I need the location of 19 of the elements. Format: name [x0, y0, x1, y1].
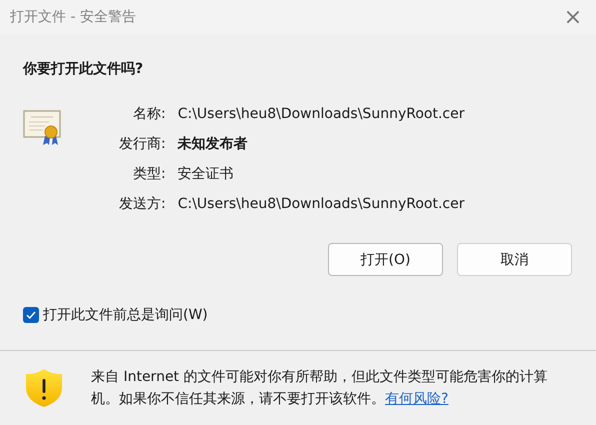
close-button[interactable]: × [550, 0, 596, 34]
warning-shield-icon [25, 368, 63, 408]
field-label: 类型: [132, 165, 166, 184]
certificate-icon [23, 110, 63, 146]
field-label: 发行商: [119, 135, 166, 154]
field-value: 未知发布者 [178, 135, 249, 154]
warning-text: 来自 Internet 的文件可能对你有所帮助，但此文件类型可能危害你的计算机。如果你不信任其来源，请不要打开该软件。有何风险? [91, 368, 548, 409]
dialog-button[interactable]: 取消 [457, 243, 572, 276]
risk-link[interactable]: 有何风险? [385, 391, 448, 407]
dialog-question: 你要打开此文件吗? [23, 60, 144, 78]
field-value: 安全证书 [178, 165, 235, 184]
window-title: 打开文件 - 安全警告 [10, 8, 136, 26]
field-value: C:\Users\heu8\Downloads\SunnyRoot.cer [178, 195, 464, 214]
checkbox-label[interactable]: 打开此文件前总是询问(W) [43, 306, 208, 324]
field-value: C:\Users\heu8\Downloads\SunnyRoot.cer [178, 105, 464, 124]
field-label: 名称: [132, 105, 166, 124]
checkbox[interactable] [23, 307, 39, 323]
field-label: 发送方: [119, 195, 166, 214]
dialog-button[interactable]: 打开(O) [328, 243, 443, 276]
